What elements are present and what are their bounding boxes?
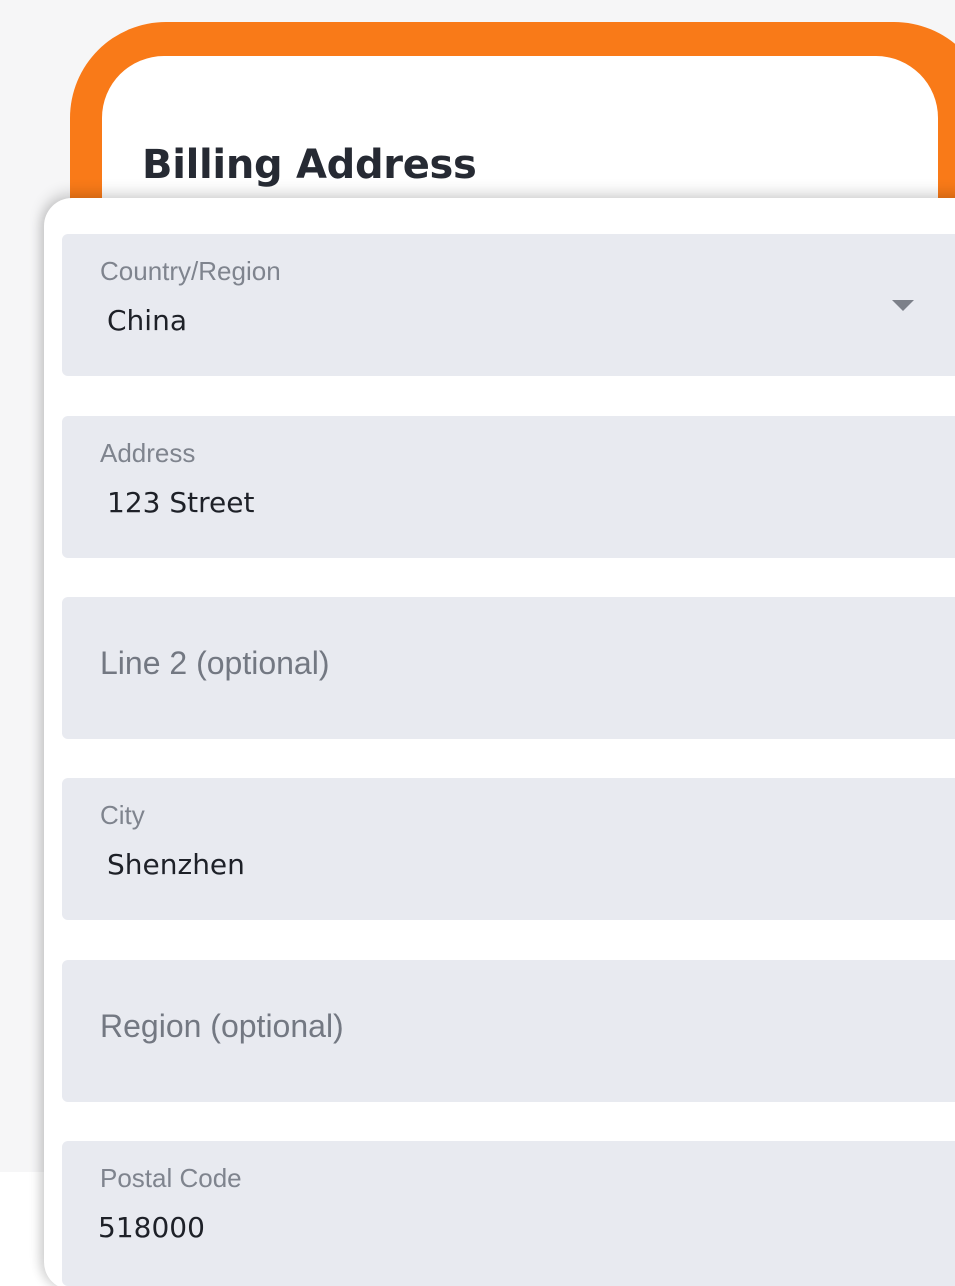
country-region-select[interactable]: Country/Region China	[62, 234, 955, 376]
city-field[interactable]: City Shenzhen	[62, 778, 955, 920]
region-field[interactable]: Region (optional)	[62, 960, 955, 1102]
chevron-down-icon[interactable]	[892, 300, 914, 311]
postal-code-value: 518000	[98, 1211, 205, 1244]
address-line2-placeholder: Line 2 (optional)	[100, 645, 330, 681]
billing-address-screen: Billing Address Country/Region China Add…	[0, 0, 955, 1286]
section-title: Billing Address	[142, 142, 477, 188]
postal-code-field[interactable]: Postal Code 518000	[62, 1141, 955, 1286]
address-value: 123 Street	[107, 486, 255, 519]
region-placeholder: Region (optional)	[100, 1008, 344, 1044]
city-label: City	[100, 800, 145, 830]
country-region-value: China	[107, 304, 187, 337]
country-region-label: Country/Region	[100, 256, 281, 286]
address-label: Address	[100, 438, 196, 468]
city-value: Shenzhen	[107, 848, 245, 881]
address-line2-field[interactable]: Line 2 (optional)	[62, 597, 955, 739]
address-field[interactable]: Address 123 Street	[62, 416, 955, 558]
postal-code-label: Postal Code	[100, 1163, 242, 1193]
